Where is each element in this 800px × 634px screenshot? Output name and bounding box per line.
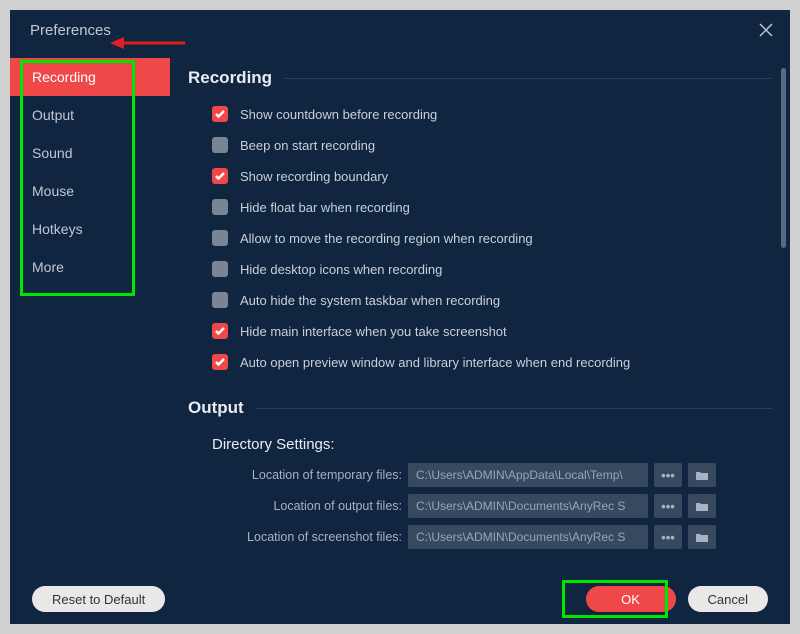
recording-options: Show countdown before recording Beep on s… bbox=[188, 106, 772, 370]
preferences-window: Preferences Recording Output Sound Mouse… bbox=[10, 10, 790, 624]
window-title: Preferences bbox=[30, 22, 111, 39]
scrollbar-thumb[interactable] bbox=[781, 68, 786, 248]
reset-button[interactable]: Reset to Default bbox=[32, 586, 165, 612]
path-input[interactable] bbox=[408, 463, 648, 487]
checkbox-label: Hide float bar when recording bbox=[240, 200, 410, 215]
folder-icon bbox=[695, 501, 709, 512]
directory-field-row: Location of temporary files: ••• bbox=[188, 463, 772, 487]
checkbox-label: Show countdown before recording bbox=[240, 107, 437, 122]
open-folder-button[interactable] bbox=[688, 494, 716, 518]
checkbox[interactable] bbox=[212, 292, 228, 308]
sidebar-item-hotkeys[interactable]: Hotkeys bbox=[10, 210, 170, 248]
sidebar-label: Output bbox=[32, 107, 74, 123]
checkbox[interactable] bbox=[212, 168, 228, 184]
checkbox-label: Hide main interface when you take screen… bbox=[240, 324, 507, 339]
sidebar-item-sound[interactable]: Sound bbox=[10, 134, 170, 172]
titlebar: Preferences bbox=[10, 10, 790, 50]
section-title-text: Output bbox=[188, 398, 244, 418]
field-label: Location of temporary files: bbox=[212, 468, 402, 482]
recording-option[interactable]: Hide float bar when recording bbox=[212, 199, 772, 215]
checkbox-label: Allow to move the recording region when … bbox=[240, 231, 533, 246]
recording-option[interactable]: Hide desktop icons when recording bbox=[212, 261, 772, 277]
sidebar-item-recording[interactable]: Recording bbox=[10, 58, 170, 96]
close-button[interactable] bbox=[757, 21, 775, 39]
checkbox[interactable] bbox=[212, 137, 228, 153]
sidebar-item-output[interactable]: Output bbox=[10, 96, 170, 134]
sidebar-label: Recording bbox=[32, 69, 96, 85]
recording-option[interactable]: Allow to move the recording region when … bbox=[212, 230, 772, 246]
checkbox-label: Auto open preview window and library int… bbox=[240, 355, 630, 370]
browse-button[interactable]: ••• bbox=[654, 525, 682, 549]
section-title-text: Recording bbox=[188, 68, 272, 88]
checkbox-label: Beep on start recording bbox=[240, 138, 375, 153]
sidebar-item-more[interactable]: More bbox=[10, 248, 170, 286]
checkbox[interactable] bbox=[212, 199, 228, 215]
recording-option[interactable]: Auto hide the system taskbar when record… bbox=[212, 292, 772, 308]
browse-button[interactable]: ••• bbox=[654, 494, 682, 518]
folder-icon bbox=[695, 532, 709, 543]
checkbox[interactable] bbox=[212, 230, 228, 246]
recording-option[interactable]: Show countdown before recording bbox=[212, 106, 772, 122]
path-input[interactable] bbox=[408, 494, 648, 518]
sidebar-label: More bbox=[32, 259, 64, 275]
section-recording-title: Recording bbox=[188, 68, 772, 88]
directory-settings-title: Directory Settings: bbox=[212, 436, 772, 453]
content: Recording Output Sound Mouse Hotkeys Mor… bbox=[10, 50, 790, 574]
field-label: Location of screenshot files: bbox=[212, 530, 402, 544]
section-divider bbox=[284, 78, 772, 79]
sidebar-label: Mouse bbox=[32, 183, 74, 199]
checkbox-label: Hide desktop icons when recording bbox=[240, 262, 442, 277]
cancel-button[interactable]: Cancel bbox=[688, 586, 768, 612]
checkbox[interactable] bbox=[212, 106, 228, 122]
close-icon bbox=[759, 23, 773, 37]
sidebar: Recording Output Sound Mouse Hotkeys Mor… bbox=[10, 50, 170, 574]
footer: Reset to Default OK Cancel bbox=[10, 574, 790, 624]
browse-button[interactable]: ••• bbox=[654, 463, 682, 487]
directory-field-row: Location of output files: ••• bbox=[188, 494, 772, 518]
checkbox[interactable] bbox=[212, 354, 228, 370]
directory-field-row: Location of screenshot files: ••• bbox=[188, 525, 772, 549]
checkbox-label: Auto hide the system taskbar when record… bbox=[240, 293, 500, 308]
field-label: Location of output files: bbox=[212, 499, 402, 513]
path-input[interactable] bbox=[408, 525, 648, 549]
recording-option[interactable]: Auto open preview window and library int… bbox=[212, 354, 772, 370]
checkbox-label: Show recording boundary bbox=[240, 169, 388, 184]
main-panel: Recording Show countdown before recordin… bbox=[170, 50, 790, 574]
recording-option[interactable]: Hide main interface when you take screen… bbox=[212, 323, 772, 339]
open-folder-button[interactable] bbox=[688, 463, 716, 487]
recording-option[interactable]: Beep on start recording bbox=[212, 137, 772, 153]
checkbox[interactable] bbox=[212, 323, 228, 339]
section-divider bbox=[256, 408, 772, 409]
sidebar-item-mouse[interactable]: Mouse bbox=[10, 172, 170, 210]
folder-icon bbox=[695, 470, 709, 481]
section-output-title: Output bbox=[188, 398, 772, 418]
output-fields: Location of temporary files:•••Location … bbox=[188, 463, 772, 549]
recording-option[interactable]: Show recording boundary bbox=[212, 168, 772, 184]
sidebar-label: Sound bbox=[32, 145, 72, 161]
ok-button[interactable]: OK bbox=[586, 586, 676, 612]
open-folder-button[interactable] bbox=[688, 525, 716, 549]
sidebar-label: Hotkeys bbox=[32, 221, 83, 237]
checkbox[interactable] bbox=[212, 261, 228, 277]
